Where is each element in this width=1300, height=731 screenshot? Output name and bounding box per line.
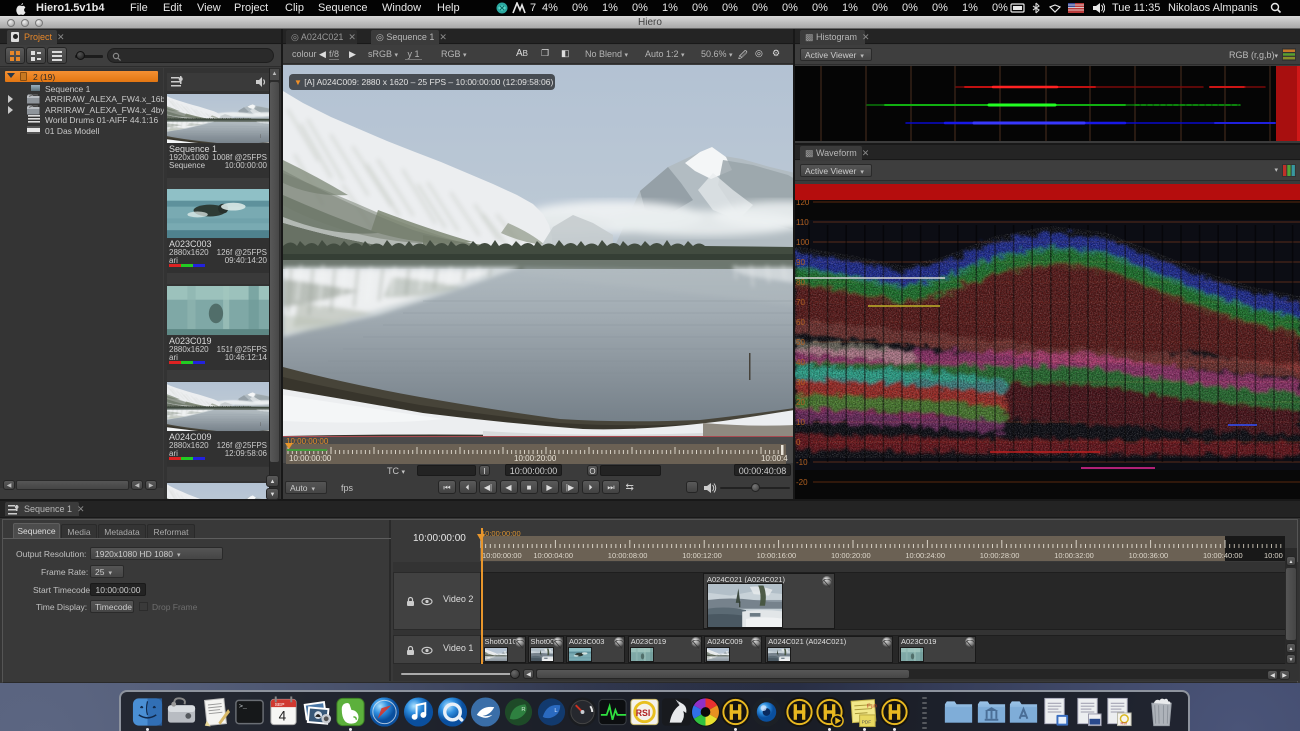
svg-text:110: 110	[796, 218, 809, 227]
svg-text:Fun: Fun	[866, 703, 876, 710]
svg-text:0: 0	[796, 438, 801, 447]
svg-text:PDF: PDF	[861, 720, 871, 726]
svg-text:40: 40	[796, 358, 805, 367]
svg-text:10: 10	[796, 418, 805, 427]
svg-text:20: 20	[796, 398, 805, 407]
svg-text:60: 60	[796, 318, 805, 327]
svg-text:RSI: RSI	[1120, 721, 1126, 726]
svg-text:SEP: SEP	[274, 702, 284, 708]
svg-text:50: 50	[796, 338, 805, 347]
svg-text:80: 80	[796, 278, 805, 287]
svg-text:30: 30	[796, 378, 805, 387]
svg-text:RSI: RSI	[635, 708, 650, 718]
svg-text:>_: >_	[239, 703, 248, 711]
svg-text:R: R	[521, 707, 525, 713]
svg-text:120: 120	[796, 200, 810, 207]
svg-text:70: 70	[796, 298, 805, 307]
svg-text:100: 100	[796, 238, 810, 247]
svg-text:90: 90	[796, 258, 805, 267]
svg-text:4: 4	[278, 709, 286, 724]
svg-text:-10: -10	[796, 458, 808, 467]
svg-text:-20: -20	[796, 478, 808, 487]
